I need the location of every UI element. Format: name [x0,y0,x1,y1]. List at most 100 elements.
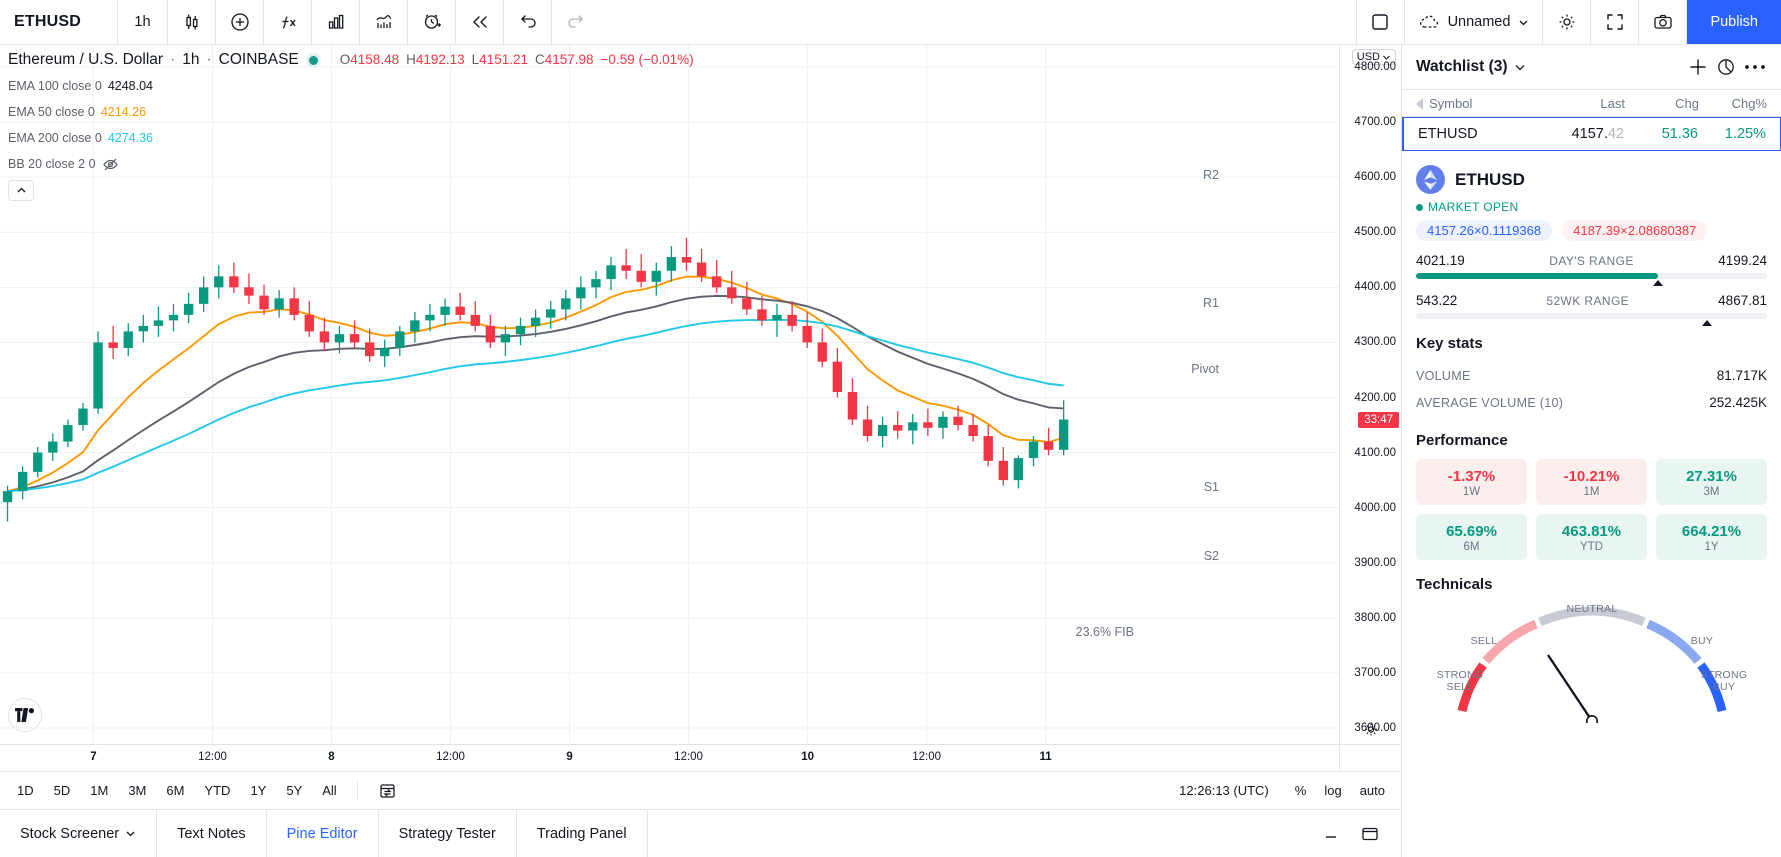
watchlist-menu-button[interactable] [1715,56,1737,78]
gauge-label-neutral: NEUTRAL [1566,603,1618,615]
legend-indicator-ema50[interactable]: EMA 50 close 0 4214.26 [8,99,694,125]
column-chg[interactable]: Chg [1625,96,1699,111]
column-chgp[interactable]: Chg% [1699,96,1767,111]
watchlist-title[interactable]: Watchlist (3) [1416,58,1526,76]
bars-pattern-button[interactable] [312,0,360,44]
time-tick-label: 12:00 [912,751,941,763]
chevron-down-icon [126,831,135,837]
layout-select-button[interactable] [1357,0,1405,44]
performance-cell-1w: -1.37% 1W [1416,459,1527,505]
tab-stock-screener[interactable]: Stock Screener [0,810,158,857]
alert-button[interactable] [408,0,456,44]
tradingview-logo-icon[interactable] [8,698,42,732]
maximize-panel-icon[interactable] [1359,823,1381,845]
collapse-legend-button[interactable] [8,180,34,201]
details-symbol-row: ETHUSD [1416,151,1767,198]
days-range-block: 4021.19 DAY'S RANGE 4199.24 [1416,253,1767,286]
save-layout-button[interactable]: Unnamed [1405,0,1544,44]
ema50-label: EMA 50 close 0 [8,104,95,119]
publish-button[interactable]: Publish [1687,0,1781,44]
performance-ytd-value: 463.81% [1561,523,1622,540]
gauge-label-sell: SELL [1470,635,1498,647]
watchlist-chg: 51.36 [1661,126,1698,142]
ohlc-open-value: 4158.48 [350,52,400,67]
range-all[interactable]: All [313,780,345,801]
legend-instrument-name: Ethereum / U.S. Dollar [8,51,164,68]
legend-indicator-ema200[interactable]: EMA 200 close 0 4274.36 [8,125,694,151]
days-range-fill [1416,273,1659,279]
market-status: MARKET OPEN [1416,200,1767,214]
range-1y[interactable]: 1Y [241,780,275,801]
range-5y[interactable]: 5Y [277,780,311,801]
performance-ytd-period: YTD [1580,541,1603,553]
auto-toggle[interactable]: auto [1352,780,1393,801]
time-axis[interactable]: 7 12:00 8 12:00 9 12:00 10 12:00 11 [0,744,1401,771]
add-symbol-button[interactable] [1687,56,1709,78]
watchlist-row-ethusd[interactable]: ETHUSD 4157.42 51.36 1.25% [1402,117,1781,151]
bars-pattern-icon [325,11,347,33]
toolbar-spacer [600,0,1357,44]
indicators-button[interactable] [264,0,312,44]
wk52-range-marker [1702,320,1713,326]
chart-clock[interactable]: 12:26:13 (UTC) [1179,783,1269,798]
range-1d[interactable]: 1D [8,780,43,801]
days-range-marker [1653,280,1664,286]
tab-text-notes[interactable]: Text Notes [157,810,267,857]
legend-title-row[interactable]: Ethereum / U.S. Dollar · 1h · COINBASE O… [8,49,694,71]
price-chart[interactable]: Ethereum / U.S. Dollar · 1h · COINBASE O… [0,45,1339,744]
percent-toggle[interactable]: % [1287,780,1315,801]
wk52-range-label: 52WK RANGE [1546,293,1630,308]
column-symbol[interactable]: Symbol [1416,96,1539,111]
replay-button[interactable] [456,0,504,44]
bb-label: BB 20 close 2 0 [8,156,96,171]
days-range-low: 4021.19 [1416,253,1465,268]
range-3m[interactable]: 3M [119,780,155,801]
performance-1m-value: -10.21% [1563,468,1620,485]
watchlist-more-button[interactable] [1743,62,1767,72]
redo-button[interactable] [552,0,600,44]
key-stats-title: Key stats [1416,335,1483,352]
hide-indicator-icon[interactable] [102,156,119,173]
tab-pine-editor[interactable]: Pine Editor [267,810,379,857]
stat-volume-label: VOLUME [1416,368,1471,383]
minimize-panel-icon[interactable] [1321,824,1341,844]
chart-style-button[interactable] [360,0,408,44]
technicals-gauge[interactable]: STRONG SELL SELL NEUTRAL BUY STRONG BUY [1416,603,1767,723]
single-layout-icon [1370,12,1390,32]
range-5d[interactable]: 5D [45,780,80,801]
price-scale[interactable]: USD 4800.00 4700.00 4600.00 4500.00 4400.00 4… [1339,45,1401,744]
ethereum-logo-icon [1416,165,1445,194]
snapshot-button[interactable] [1639,0,1688,44]
price-tick-label: 4700.00 [1354,116,1396,129]
legend-indicator-bb[interactable]: BB 20 close 2 0 [8,151,694,177]
performance-6m-period: 6M [1463,541,1480,553]
gear-icon [1556,11,1578,33]
watchlist-symbol: ETHUSD [1418,126,1478,142]
undo-button[interactable] [504,0,552,44]
legend-ohlc: O4158.48 H4192.13 L4151.21 C4157.98 −0.5… [340,49,694,71]
technicals-gauge-svg [1457,606,1727,723]
tab-strategy-tester[interactable]: Strategy Tester [379,810,517,857]
chart-type-button[interactable] [168,0,216,44]
ohlc-open-key: O [339,52,351,67]
range-ytd[interactable]: YTD [195,780,239,801]
column-last[interactable]: Last [1539,96,1625,111]
log-toggle[interactable]: log [1316,780,1349,801]
legend-indicator-ema100[interactable]: EMA 100 close 0 4248.04 [8,73,694,99]
fullscreen-button[interactable] [1591,0,1640,44]
performance-title: Performance [1416,432,1508,449]
settings-button[interactable] [1543,0,1592,44]
range-1m[interactable]: 1M [81,780,117,801]
range-6m[interactable]: 6M [157,780,193,801]
symbol-search-button[interactable]: ETHUSD [0,0,118,44]
time-tick-label: 11 [1039,751,1052,763]
tab-trading-panel[interactable]: Trading Panel [517,810,648,857]
bid-ask-pills: 4157.26×0.1119368 4187.39×2.08680387 [1416,220,1767,241]
goto-date-button[interactable] [369,778,406,803]
indicators-icon [277,11,299,33]
time-tick-label: 12:00 [198,751,227,763]
interval-button[interactable]: 1h [118,0,168,44]
add-indicator-button[interactable] [216,0,264,44]
days-range-track [1416,273,1767,286]
bottom-panel-tabs: Stock Screener Text Notes Pine Editor St… [0,809,1401,857]
